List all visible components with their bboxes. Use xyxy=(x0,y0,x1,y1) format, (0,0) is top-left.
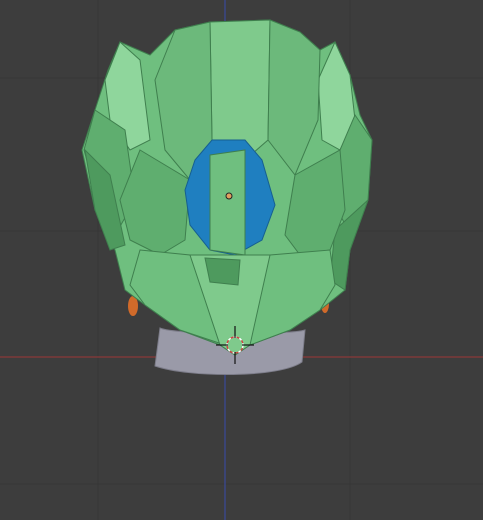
viewport-canvas[interactable] xyxy=(0,0,483,520)
object-origin-icon[interactable] xyxy=(225,192,233,200)
3d-viewport[interactable] xyxy=(0,0,483,520)
